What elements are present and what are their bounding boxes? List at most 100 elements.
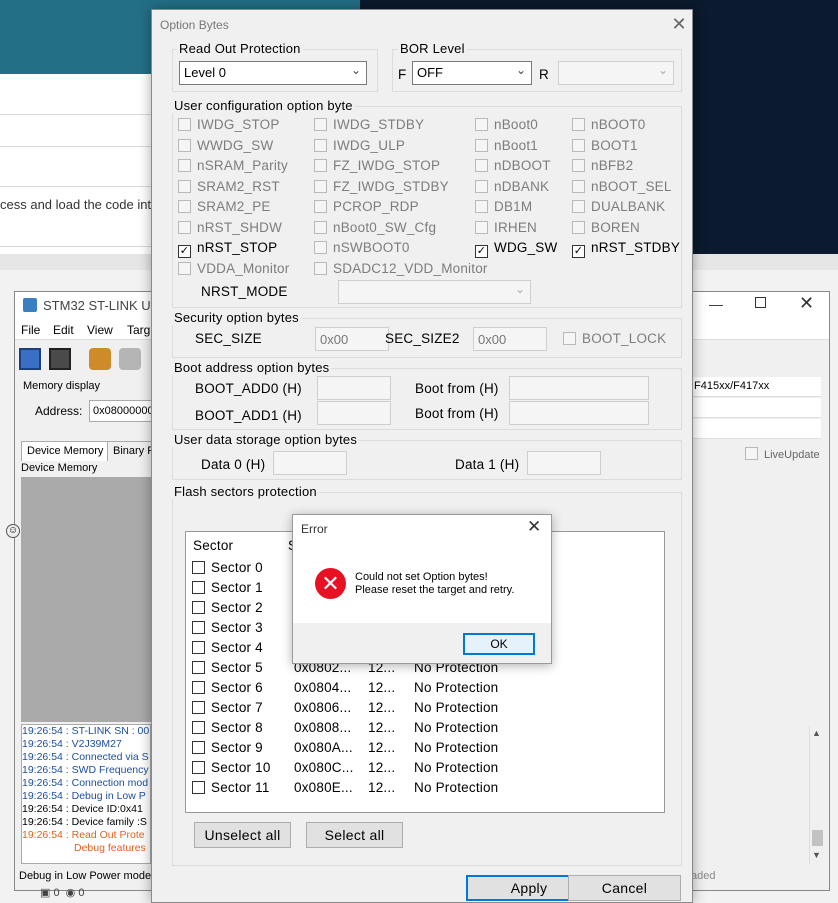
rdp-label: Read Out Protection: [177, 41, 303, 56]
scroll-thumb[interactable]: [812, 830, 823, 846]
option-checkbox-nboot-sel[interactable]: nBOOT_SEL: [572, 179, 672, 194]
option-checkbox-wdg-sw[interactable]: ✓ WDG_SW: [475, 240, 557, 258]
boot-lock-checkbox[interactable]: BOOT_LOCK: [563, 331, 666, 346]
boot-from-field-1[interactable]: [509, 401, 649, 425]
scroll-up-icon[interactable]: ▲: [812, 728, 821, 738]
live-update-checkbox[interactable]: LiveUpdate: [745, 447, 820, 461]
table-row[interactable]: Sector 5 0x0802... 12... No Protection: [192, 660, 498, 675]
bor-r-select[interactable]: ⌄: [558, 61, 674, 85]
cancel-button[interactable]: Cancel: [568, 875, 681, 901]
bor-f-select[interactable]: OFF ⌄: [412, 61, 532, 85]
nrst-mode-select[interactable]: ⌄: [338, 280, 531, 304]
option-checkbox-fz-iwdg-stdby[interactable]: FZ_IWDG_STDBY: [314, 179, 449, 194]
checkbox-icon[interactable]: [192, 641, 205, 654]
data1-field[interactable]: [527, 451, 601, 475]
option-checkbox-pcrop-rdp[interactable]: PCROP_RDP: [314, 199, 419, 214]
address-input[interactable]: 0x08000000: [89, 400, 159, 422]
table-row[interactable]: Sector 00: [192, 560, 302, 575]
ok-button[interactable]: OK: [463, 633, 535, 655]
checkbox-icon[interactable]: [192, 601, 205, 614]
checkbox-icon[interactable]: [192, 721, 205, 734]
option-checkbox-vdda-monitor[interactable]: VDDA_Monitor: [178, 261, 289, 276]
background-page-text: cess and load the code int: [0, 197, 152, 212]
sec-size-field[interactable]: 0x00: [315, 327, 389, 351]
option-checkbox-nboot0[interactable]: nBOOT0: [572, 117, 645, 132]
option-checkbox-boot1[interactable]: BOOT1: [572, 138, 638, 153]
boot-add1-field[interactable]: [317, 401, 391, 425]
open-file-icon[interactable]: [19, 348, 41, 370]
table-row[interactable]: Sector 10 0x080C... 12... No Protection: [192, 760, 498, 775]
option-checkbox-sram2-rst[interactable]: SRAM2_RST: [178, 179, 280, 194]
close-icon[interactable]: ✕: [670, 14, 688, 35]
log-scrollbar[interactable]: ▲ ▼: [809, 726, 826, 864]
checkbox-icon[interactable]: [192, 701, 205, 714]
option-checkbox-iwdg-ulp[interactable]: IWDG_ULP: [314, 138, 405, 153]
option-checkbox-nboot0-sw-cfg[interactable]: nBoot0_SW_Cfg: [314, 220, 436, 235]
option-checkbox-dualbank[interactable]: DUALBANK: [572, 199, 665, 214]
select-all-button[interactable]: Select all: [306, 822, 403, 848]
option-checkbox-iwdg-stop[interactable]: IWDG_STOP: [178, 117, 280, 132]
menu-file[interactable]: File: [21, 323, 40, 337]
boot-add0-field[interactable]: [317, 376, 391, 400]
boot-from-field-0[interactable]: [509, 376, 649, 400]
close-icon[interactable]: ✕: [799, 293, 814, 314]
checkbox-icon[interactable]: [192, 741, 205, 754]
option-checkbox-boren[interactable]: BOREN: [572, 220, 640, 235]
option-checkbox-wwdg-sw[interactable]: WWDG_SW: [178, 138, 273, 153]
option-checkbox-fz-iwdg-stop[interactable]: FZ_IWDG_STOP: [314, 158, 440, 173]
maximize-icon[interactable]: [755, 297, 766, 308]
sec-size2-field[interactable]: 0x00: [473, 327, 547, 351]
option-checkbox-nbfb2[interactable]: nBFB2: [572, 158, 633, 173]
save-icon[interactable]: [49, 348, 71, 370]
menu-edit[interactable]: Edit: [53, 323, 74, 337]
table-row[interactable]: Sector 30: [192, 620, 302, 635]
table-row[interactable]: Sector 9 0x080A... 12... No Protection: [192, 740, 498, 755]
option-checkbox-nsram-parity[interactable]: nSRAM_Parity: [178, 158, 288, 173]
disconnect-icon[interactable]: [119, 348, 141, 370]
rdp-select[interactable]: Level 0 ⌄: [179, 61, 367, 85]
tab-device-memory[interactable]: Device Memory: [21, 441, 110, 461]
option-checkbox-ndbank[interactable]: nDBANK: [475, 179, 549, 194]
checkbox-icon[interactable]: [192, 681, 205, 694]
option-checkbox-db1m[interactable]: DB1M: [475, 199, 532, 214]
option-checkbox-nrst-stdby[interactable]: ✓ nRST_STDBY: [572, 240, 680, 258]
table-row[interactable]: Sector 7 0x0806... 12... No Protection: [192, 700, 498, 715]
checkbox-icon[interactable]: [192, 621, 205, 634]
checkbox-icon[interactable]: [192, 561, 205, 574]
log-line: 19:26:54 : Read Out Prote: [22, 829, 145, 841]
checkbox-icon[interactable]: [192, 781, 205, 794]
table-row[interactable]: Sector 11 0x080E... 12... No Protection: [192, 780, 498, 795]
connect-icon[interactable]: [89, 348, 111, 370]
device-memory-label: Device Memory: [21, 462, 98, 474]
option-checkbox-sram2-pe[interactable]: SRAM2_PE: [178, 199, 271, 214]
checkbox-icon[interactable]: [192, 581, 205, 594]
option-label: nSWBOOT0: [333, 240, 410, 255]
option-checkbox-nrst-shdw[interactable]: nRST_SHDW: [178, 220, 282, 235]
checkbox-icon[interactable]: [192, 661, 205, 674]
menu-view[interactable]: View: [87, 323, 113, 337]
option-checkbox-nboot0[interactable]: nBoot0: [475, 117, 538, 132]
option-bytes-dialog: Option Bytes ✕ Read Out Protection Level…: [151, 9, 693, 903]
data0-field[interactable]: [273, 451, 347, 475]
table-row[interactable]: Sector 10: [192, 580, 302, 595]
option-checkbox-nswboot0[interactable]: nSWBOOT0: [314, 240, 410, 255]
option-checkbox-sdadc12-vdd-monitor[interactable]: SDADC12_VDD_Monitor: [314, 261, 488, 276]
option-checkbox-ndboot[interactable]: nDBOOT: [475, 158, 551, 173]
minimize-icon[interactable]: —: [709, 296, 723, 312]
option-checkbox-irhen[interactable]: IRHEN: [475, 220, 537, 235]
unselect-all-button[interactable]: Unselect all: [194, 822, 291, 848]
menu-target[interactable]: Targ: [127, 323, 150, 337]
live-update-label: LiveUpdate: [764, 449, 820, 461]
checkbox-icon[interactable]: [192, 761, 205, 774]
scroll-down-icon[interactable]: ▼: [812, 850, 821, 860]
option-checkbox-nboot1[interactable]: nBoot1: [475, 138, 538, 153]
table-row[interactable]: Sector 40: [192, 640, 302, 655]
option-checkbox-nrst-stop[interactable]: ✓ nRST_STOP: [178, 240, 277, 258]
option-checkbox-iwdg-stdby[interactable]: IWDG_STDBY: [314, 117, 424, 132]
table-row[interactable]: Sector 6 0x0804... 12... No Protection: [192, 680, 498, 695]
table-row[interactable]: Sector 8 0x0808... 12... No Protection: [192, 720, 498, 735]
table-row[interactable]: Sector 20: [192, 600, 302, 615]
sector-size: 12...: [368, 780, 396, 795]
sector-size: 12...: [368, 740, 396, 755]
close-icon[interactable]: ✕: [527, 517, 541, 537]
